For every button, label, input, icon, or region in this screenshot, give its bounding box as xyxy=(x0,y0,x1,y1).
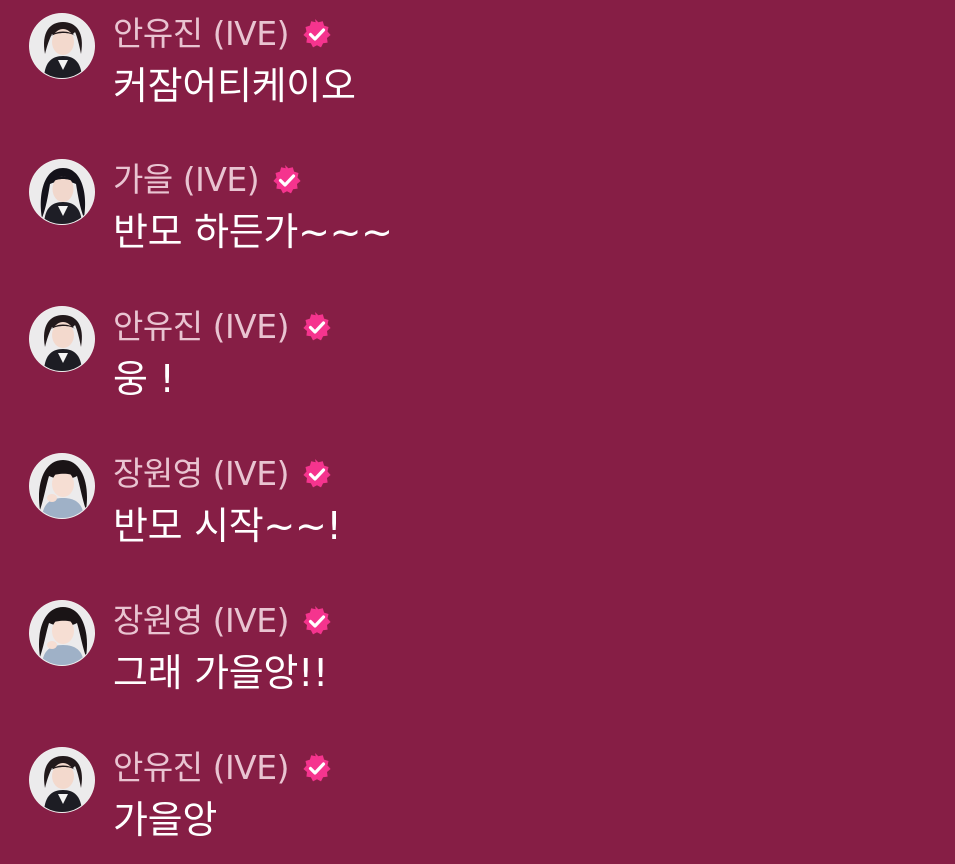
sender-name[interactable]: 안유진 (IVE) xyxy=(113,12,289,56)
avatar[interactable] xyxy=(29,13,95,79)
member-portrait-icon xyxy=(30,601,94,665)
verified-badge-icon xyxy=(273,165,301,194)
sender-row: 안유진 (IVE) xyxy=(113,12,333,56)
chat-message: 안유진 (IVE) 가을앙 xyxy=(0,734,955,864)
verified-badge-icon xyxy=(303,312,331,341)
chat-message: 장원영 (IVE) 그래 가을앙!! xyxy=(0,587,955,717)
message-text: 반모 시작~~! xyxy=(113,504,342,548)
member-portrait-icon xyxy=(30,748,94,812)
avatar[interactable] xyxy=(29,306,95,372)
verified-badge-icon xyxy=(303,753,331,782)
message-text: 반모 하든가~~~ xyxy=(113,210,393,254)
verified-badge-icon xyxy=(303,459,331,488)
member-portrait-icon xyxy=(30,454,94,518)
sender-row: 안유진 (IVE) xyxy=(113,305,333,349)
sender-row: 가을 (IVE) xyxy=(113,158,303,202)
sender-row: 장원영 (IVE) xyxy=(113,599,333,643)
sender-name[interactable]: 안유진 (IVE) xyxy=(113,746,289,790)
message-text: 웅 ! xyxy=(113,357,175,401)
avatar[interactable] xyxy=(29,453,95,519)
chat-message: 안유진 (IVE) 웅 ! xyxy=(0,293,955,423)
sender-name[interactable]: 장원영 (IVE) xyxy=(113,599,289,643)
sender-name[interactable]: 가을 (IVE) xyxy=(113,158,260,202)
message-text: 그래 가을앙!! xyxy=(113,651,328,695)
sender-row: 장원영 (IVE) xyxy=(113,452,333,496)
avatar[interactable] xyxy=(29,747,95,813)
avatar[interactable] xyxy=(29,600,95,666)
chat-message: 안유진 (IVE) 커잠어티케이오 xyxy=(0,0,955,130)
chat-message: 가을 (IVE) 반모 하든가~~~ xyxy=(0,146,955,276)
member-portrait-icon xyxy=(30,14,94,78)
verified-badge-icon xyxy=(303,606,331,635)
message-text: 커잠어티케이오 xyxy=(113,64,356,108)
avatar[interactable] xyxy=(29,159,95,225)
member-portrait-icon xyxy=(30,160,94,224)
chat-message: 장원영 (IVE) 반모 시작~~! xyxy=(0,440,955,570)
sender-name[interactable]: 장원영 (IVE) xyxy=(113,452,289,496)
sender-name[interactable]: 안유진 (IVE) xyxy=(113,305,289,349)
sender-row: 안유진 (IVE) xyxy=(113,746,333,790)
chat-message-list: 안유진 (IVE) 커잠어티케이오 가을 (IVE) 반모 하든가~~~ 안유진… xyxy=(0,0,955,864)
member-portrait-icon xyxy=(30,307,94,371)
message-text: 가을앙 xyxy=(113,798,217,842)
verified-badge-icon xyxy=(303,19,331,48)
